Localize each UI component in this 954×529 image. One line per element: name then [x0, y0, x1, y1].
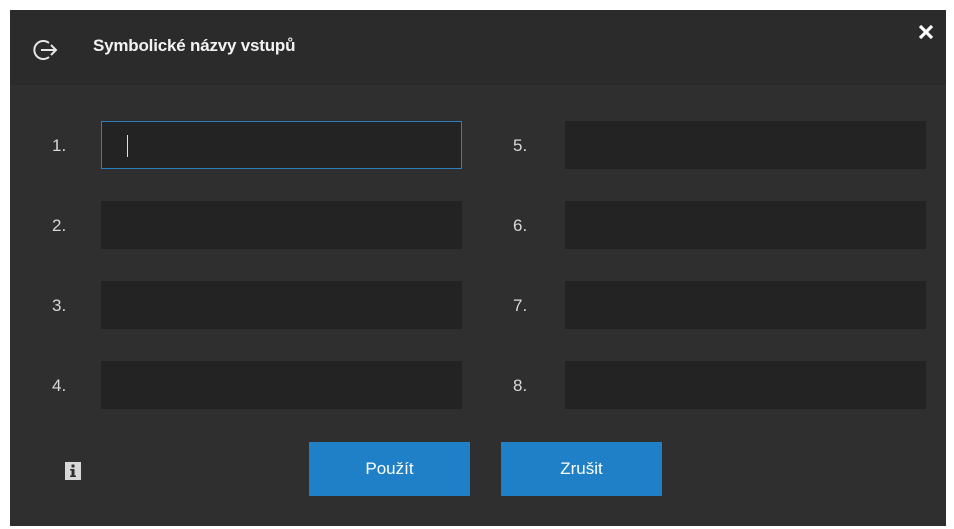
- exit-arrow-icon: [33, 40, 58, 60]
- input-name-field-1[interactable]: [101, 121, 462, 169]
- input-label-5: 5.: [513, 136, 528, 155]
- input-label-3: 3.: [52, 296, 67, 315]
- input-name-field-3[interactable]: [101, 281, 462, 329]
- input-name-field-5[interactable]: [565, 121, 926, 169]
- info-icon[interactable]: [65, 462, 81, 480]
- input-name-field-6[interactable]: [565, 201, 926, 249]
- input-name-field-2[interactable]: [101, 201, 462, 249]
- input-name-field-7[interactable]: [565, 281, 926, 329]
- input-name-field-8[interactable]: [565, 361, 926, 409]
- dialog-title: Symbolické názvy vstupů: [93, 36, 296, 55]
- input-label-6: 6.: [513, 216, 528, 235]
- input-label-4: 4.: [52, 376, 67, 395]
- input-names-dialog: Symbolické názvy vstupů 1. 2. 3. 4. 5. 6…: [10, 10, 946, 526]
- cancel-button[interactable]: Zrušit: [501, 442, 662, 496]
- input-label-7: 7.: [513, 296, 528, 315]
- input-name-field-4[interactable]: [101, 361, 462, 409]
- input-label-1: 1.: [52, 136, 67, 155]
- input-label-2: 2.: [52, 216, 67, 235]
- apply-button[interactable]: Použít: [309, 442, 470, 496]
- input-label-8: 8.: [513, 376, 528, 395]
- dialog-titlebar: Symbolické názvy vstupů: [10, 10, 946, 85]
- close-icon[interactable]: [914, 20, 938, 44]
- text-caret: [127, 135, 128, 157]
